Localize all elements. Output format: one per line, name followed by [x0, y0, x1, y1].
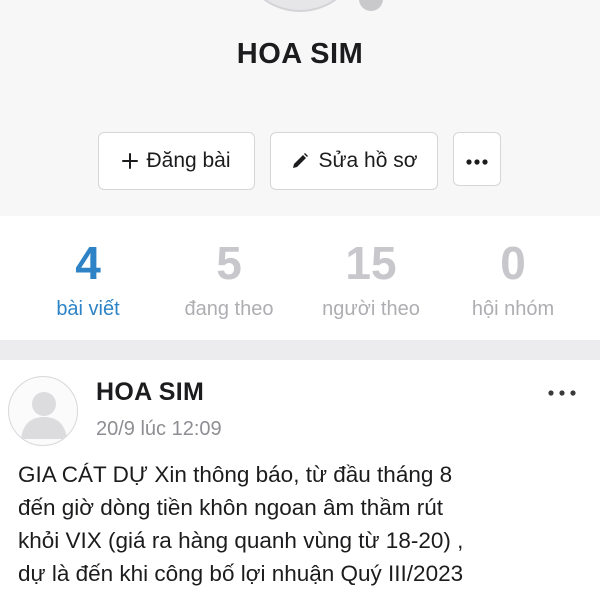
- stat-followers-label: người theo: [322, 298, 420, 320]
- post-more-button[interactable]: [544, 382, 580, 404]
- default-user-icon: [21, 392, 67, 439]
- post-line: khỏi VIX (giá ra hàng quanh vùng từ 18-2…: [18, 528, 464, 553]
- profile-page: HOA SIM Đăng bài Sửa hồ sơ 4 bài viết 5 …: [0, 0, 600, 600]
- profile-header: HOA SIM Đăng bài Sửa hồ sơ: [0, 0, 600, 216]
- edit-profile-label: Sửa hồ sơ: [318, 149, 418, 172]
- stat-posts-label: bài viết: [56, 298, 120, 320]
- post-line: GIA CÁT DỰ Xin thông báo, từ đầu tháng 8: [18, 462, 453, 487]
- edit-profile-button[interactable]: Sửa hồ sơ: [270, 132, 438, 190]
- post-card: HOA SIM 20/9 lúc 12:09 GIA CÁT DỰ Xin th…: [0, 360, 600, 600]
- camera-badge-icon[interactable]: [356, 0, 386, 14]
- stat-groups-count: 0: [500, 237, 526, 289]
- post-line: đến giờ dòng tiền khôn ngoan âm thầm rút: [18, 495, 444, 520]
- more-horizontal-icon: [466, 147, 488, 171]
- post-timestamp: 20/9 lúc 12:09: [96, 418, 222, 440]
- stat-posts-count: 4: [75, 237, 101, 289]
- create-post-button[interactable]: Đăng bài: [98, 132, 255, 190]
- profile-name: HOA SIM: [236, 38, 364, 70]
- stat-following-label: đang theo: [184, 298, 274, 320]
- section-divider: [0, 340, 600, 360]
- more-horizontal-icon: [548, 390, 576, 396]
- pencil-icon: [290, 151, 310, 171]
- create-post-label: Đăng bài: [146, 149, 231, 172]
- profile-avatar[interactable]: [238, 0, 362, 12]
- post-author-name[interactable]: HOA SIM: [96, 378, 204, 407]
- stat-groups-label: hội nhóm: [471, 298, 555, 320]
- profile-stats: 4 bài viết 5 đang theo 15 người theo 0 h…: [0, 216, 600, 340]
- stat-following-count: 5: [216, 237, 242, 289]
- post-line: dự là đến khi công bố lợi nhuận Quý III/…: [18, 561, 464, 586]
- stat-followers-count: 15: [345, 237, 397, 289]
- post-content: GIA CÁT DỰ Xin thông báo, từ đầu tháng 8…: [18, 458, 598, 590]
- plus-icon: [122, 153, 139, 169]
- post-author-avatar[interactable]: [8, 376, 78, 446]
- profile-more-button[interactable]: [453, 132, 501, 186]
